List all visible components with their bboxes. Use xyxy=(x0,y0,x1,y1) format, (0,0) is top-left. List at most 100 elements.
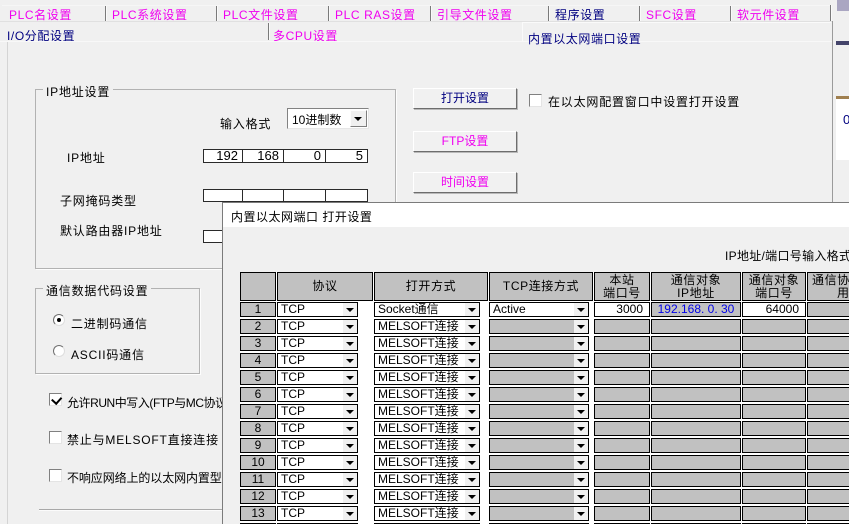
grid-row-number[interactable]: 11 xyxy=(240,472,276,487)
grid-protocol-port[interactable] xyxy=(807,387,849,402)
tab-SFC设置[interactable]: SFC设置 xyxy=(639,5,730,21)
grid-combo[interactable]: TCP xyxy=(277,472,358,487)
grid-combo-button[interactable] xyxy=(574,371,588,384)
grid-combo-button[interactable] xyxy=(574,354,588,367)
grid-dest-port[interactable] xyxy=(742,353,806,368)
grid-combo-button[interactable] xyxy=(574,405,588,418)
grid-host-port[interactable] xyxy=(594,506,650,521)
grid-combo[interactable] xyxy=(489,404,589,419)
tab-引导文件设置[interactable]: 引导文件设置 xyxy=(430,5,548,21)
grid-protocol-port[interactable] xyxy=(807,421,849,436)
grid-combo-button[interactable] xyxy=(465,439,479,452)
grid-dest-port[interactable] xyxy=(742,336,806,351)
grid-dest-port[interactable] xyxy=(742,370,806,385)
grid-combo-button[interactable] xyxy=(574,490,588,503)
grid-combo[interactable]: TCP xyxy=(277,506,358,521)
grid-combo[interactable]: MELSOFT连接 xyxy=(374,353,480,368)
grid-combo-button[interactable] xyxy=(343,507,357,520)
ip-octet-1[interactable]: 192 xyxy=(204,150,243,162)
grid-combo-button[interactable] xyxy=(574,303,588,316)
grid-combo[interactable]: MELSOFT连接 xyxy=(374,370,480,385)
grid-protocol-port[interactable] xyxy=(807,353,849,368)
ascii-radio[interactable] xyxy=(53,345,65,357)
combo-dropdown-button[interactable] xyxy=(350,110,367,127)
grid-combo[interactable]: TCP xyxy=(277,438,358,453)
grid-dest-port[interactable] xyxy=(742,319,806,334)
ip-octet-2[interactable]: 168 xyxy=(243,150,284,162)
ftp-settings-button[interactable]: FTP设置 xyxy=(413,131,517,152)
tab-程序设置[interactable]: 程序设置 xyxy=(548,5,639,21)
ip-octet-4[interactable]: 5 xyxy=(326,150,367,162)
grid-dest-port[interactable] xyxy=(742,489,806,504)
grid-combo[interactable]: MELSOFT连接 xyxy=(374,319,480,334)
grid-dest-ip[interactable] xyxy=(651,353,741,368)
grid-combo[interactable]: MELSOFT连接 xyxy=(374,387,480,402)
grid-dest-port[interactable] xyxy=(742,506,806,521)
grid-row-number[interactable]: 1 xyxy=(240,302,276,317)
grid-combo-button[interactable] xyxy=(465,405,479,418)
grid-host-port[interactable] xyxy=(594,404,650,419)
grid-combo-button[interactable] xyxy=(465,303,479,316)
grid-protocol-port[interactable] xyxy=(807,319,849,334)
grid-combo[interactable]: MELSOFT连接 xyxy=(374,472,480,487)
grid-dest-ip[interactable] xyxy=(651,506,741,521)
grid-dest-port[interactable]: 64000 xyxy=(742,302,806,317)
grid-host-port[interactable]: 3000 xyxy=(594,302,650,317)
subnet-octet-1[interactable] xyxy=(204,190,243,201)
grid-host-port[interactable] xyxy=(594,489,650,504)
grid-combo-button[interactable] xyxy=(465,507,479,520)
grid-dest-ip[interactable] xyxy=(651,438,741,453)
grid-dest-port[interactable] xyxy=(742,421,806,436)
grid-combo[interactable] xyxy=(489,455,589,470)
open-settings-button[interactable]: 打开设置 xyxy=(413,88,517,109)
grid-combo-button[interactable] xyxy=(465,490,479,503)
grid-combo[interactable]: MELSOFT连接 xyxy=(374,421,480,436)
grid-row-number[interactable]: 3 xyxy=(240,336,276,351)
tab-PLC系统设置[interactable]: PLC系统设置 xyxy=(105,5,216,21)
grid-combo[interactable] xyxy=(489,472,589,487)
grid-host-port[interactable] xyxy=(594,472,650,487)
grid-dest-port[interactable] xyxy=(742,438,806,453)
subnet-octet-3[interactable] xyxy=(284,190,326,201)
grid-dest-ip[interactable] xyxy=(651,455,741,470)
grid-protocol-port[interactable] xyxy=(807,438,849,453)
grid-combo[interactable] xyxy=(489,438,589,453)
grid-combo[interactable]: MELSOFT连接 xyxy=(374,404,480,419)
grid-combo[interactable]: TCP xyxy=(277,353,358,368)
grid-combo[interactable] xyxy=(489,336,589,351)
tab-PLC文件设置[interactable]: PLC文件设置 xyxy=(216,5,328,21)
ip-address-field[interactable]: 19216805 xyxy=(203,149,368,163)
grid-dest-ip[interactable] xyxy=(651,336,741,351)
grid-host-port[interactable] xyxy=(594,319,650,334)
grid-combo-button[interactable] xyxy=(574,337,588,350)
grid-combo-button[interactable] xyxy=(465,473,479,486)
grid-dest-port[interactable] xyxy=(742,387,806,402)
dialog-titlebar[interactable]: 内置以太网端口 打开设置 xyxy=(223,203,849,227)
grid-dest-ip[interactable] xyxy=(651,370,741,385)
grid-protocol-port[interactable] xyxy=(807,455,849,470)
grid-host-port[interactable] xyxy=(594,421,650,436)
grid-combo[interactable]: MELSOFT连接 xyxy=(374,336,480,351)
grid-dest-ip[interactable] xyxy=(651,421,741,436)
subnet-octet-4[interactable] xyxy=(326,190,367,201)
grid-combo[interactable]: MELSOFT连接 xyxy=(374,438,480,453)
subnet-mask-field[interactable] xyxy=(203,189,368,202)
grid-host-port[interactable] xyxy=(594,455,650,470)
grid-combo-button[interactable] xyxy=(343,439,357,452)
tab-软元件设置[interactable]: 软元件设置 xyxy=(730,5,830,21)
grid-combo-button[interactable] xyxy=(465,354,479,367)
grid-combo-button[interactable] xyxy=(343,422,357,435)
grid-combo[interactable] xyxy=(489,387,589,402)
grid-row-number[interactable]: 8 xyxy=(240,421,276,436)
grid-combo[interactable]: MELSOFT连接 xyxy=(374,489,480,504)
grid-row-number[interactable]: 10 xyxy=(240,455,276,470)
grid-combo-button[interactable] xyxy=(343,354,357,367)
grid-row-number[interactable]: 4 xyxy=(240,353,276,368)
grid-combo-button[interactable] xyxy=(465,422,479,435)
tab-builtin-ethernet-port[interactable]: 内置以太网端口设置 xyxy=(522,22,831,41)
grid-combo-button[interactable] xyxy=(465,337,479,350)
grid-dest-ip[interactable] xyxy=(651,472,741,487)
ethernet-config-checkbox[interactable] xyxy=(529,94,542,107)
grid-row-number[interactable]: 6 xyxy=(240,387,276,402)
grid-combo[interactable]: Socket通信 xyxy=(374,302,480,317)
